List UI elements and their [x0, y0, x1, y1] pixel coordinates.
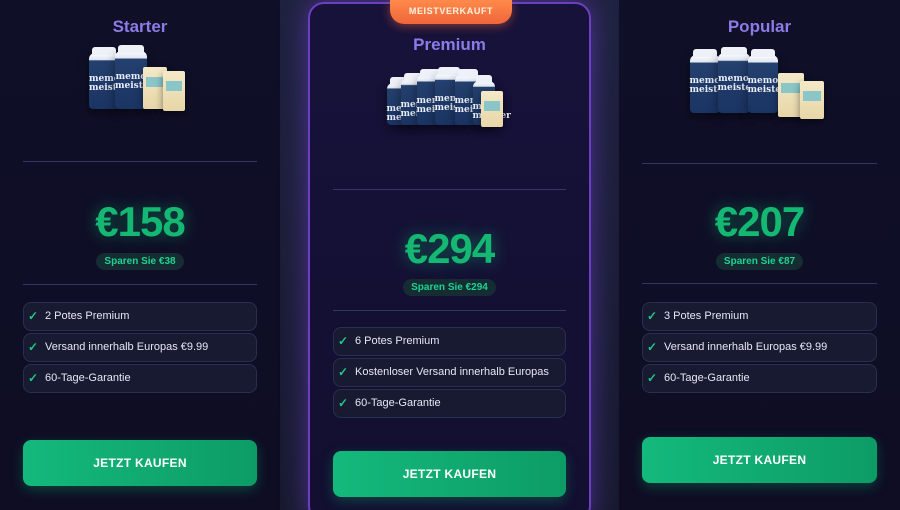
feature-text: 60-Tage-Garantie	[664, 372, 750, 384]
check-icon: ✓	[647, 371, 658, 385]
check-icon: ✓	[647, 340, 658, 354]
plan-name: Starter	[112, 17, 168, 36]
feature-text: 2 Potes Premium	[45, 310, 130, 322]
check-icon: ✓	[28, 371, 39, 385]
plan-price: €294	[404, 225, 495, 272]
check-icon: ✓	[28, 309, 39, 323]
feature-item: ✓ 2 Potes Premium	[23, 302, 257, 331]
plan-name: Premium	[413, 35, 486, 54]
product-image: memo meister memo meister	[85, 43, 195, 133]
feature-item: ✓ Kostenloser Versand innerhalb Europas	[333, 358, 566, 387]
feature-text: 60-Tage-Garantie	[355, 397, 441, 409]
plan-card-popular: Popular memo meister memo meister memo m…	[619, 0, 900, 510]
feature-item: ✓ 6 Potes Premium	[333, 327, 566, 356]
buy-now-button[interactable]: JETZT KAUFEN	[333, 451, 566, 497]
feature-item: ✓ Versand innerhalb Europas €9.99	[642, 333, 877, 362]
buy-now-button[interactable]: JETZT KAUFEN	[642, 437, 877, 483]
plan-price: €207	[714, 198, 805, 245]
feature-item: ✓ 3 Potes Premium	[642, 302, 877, 331]
savings-badge: Sparen Sie €294	[403, 279, 496, 296]
check-icon: ✓	[338, 365, 349, 379]
feature-item: ✓ 60-Tage-Garantie	[333, 389, 566, 418]
savings-badge: Sparen Sie €38	[96, 253, 184, 270]
feature-text: Versand innerhalb Europas €9.99	[45, 341, 209, 353]
plan-card-starter: Starter memo meister memo meister €158 S…	[0, 0, 280, 510]
feature-text: 6 Potes Premium	[355, 335, 440, 347]
product-image: memo meister memo meister memo meister m…	[385, 59, 515, 149]
feature-text: Kostenloser Versand innerhalb Europas	[355, 366, 549, 378]
feature-item: ✓ Versand innerhalb Europas €9.99	[23, 333, 257, 362]
feature-text: 3 Potes Premium	[664, 310, 749, 322]
plan-card-premium: MEISTVERKAUFT Premium memo meister memo …	[308, 0, 591, 510]
savings-badge: Sparen Sie €87	[715, 253, 804, 270]
check-icon: ✓	[647, 309, 658, 323]
feature-text: 60-Tage-Garantie	[45, 372, 131, 384]
plan-name: Popular	[727, 17, 792, 36]
product-image: memo meister memo meister memo meister	[689, 41, 830, 133]
pricing-section: Starter memo meister memo meister €158 S…	[0, 0, 900, 510]
check-icon: ✓	[338, 396, 349, 410]
feature-item: ✓ 60-Tage-Garantie	[23, 364, 257, 393]
feature-text: Versand innerhalb Europas €9.99	[664, 341, 828, 353]
plan-price: €158	[95, 198, 185, 245]
check-icon: ✓	[338, 334, 349, 348]
buy-now-button[interactable]: JETZT KAUFEN	[23, 440, 257, 486]
feature-item: ✓ 60-Tage-Garantie	[642, 364, 877, 393]
check-icon: ✓	[28, 340, 39, 354]
